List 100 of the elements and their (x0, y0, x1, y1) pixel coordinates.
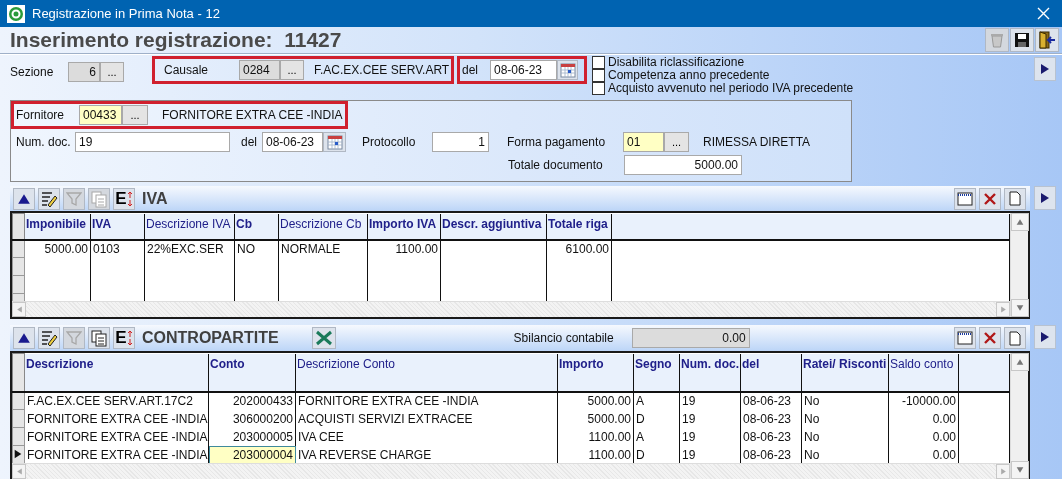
date-field[interactable]: 08-06-23 (490, 60, 557, 80)
toolbar-button[interactable] (13, 187, 35, 210)
column-header[interactable]: Imponibile (24, 213, 91, 240)
header-button[interactable] (1035, 28, 1059, 52)
column-header[interactable]: Importo IVA (367, 213, 441, 240)
checkbox[interactable] (592, 82, 605, 95)
table-cell: No (801, 409, 889, 428)
column-header[interactable]: Descrizione Cb (278, 213, 368, 240)
header-button[interactable] (1010, 28, 1034, 52)
left-arrow-icon (15, 468, 23, 475)
total-field[interactable]: 5000.00 (624, 155, 742, 175)
expand-button[interactable] (1034, 186, 1056, 210)
copy-pages-icon (90, 189, 108, 208)
toolbar-button[interactable] (88, 327, 110, 349)
table-cell: 203000005 (208, 427, 296, 446)
copy-pages-icon (90, 329, 108, 347)
table-cell: D (633, 409, 680, 428)
table-cell: 08-06-23 (740, 409, 802, 428)
window-button[interactable] (954, 327, 976, 349)
checkbox-label: Disabilita riclassificazione (608, 56, 745, 69)
scroll-up-button[interactable] (1011, 353, 1029, 371)
table-cell: 5000.00 (557, 409, 634, 428)
new-document-button[interactable] (1004, 187, 1026, 210)
table-cell: -10000.00 (888, 391, 959, 410)
table-cell: No (801, 391, 889, 410)
column-header[interactable]: Descrizione (24, 353, 209, 392)
column-header[interactable]: Descr. aggiuntiva (440, 213, 547, 240)
field-label: Totale documento (508, 157, 604, 174)
close-icon (983, 191, 997, 206)
excel-button[interactable] (311, 327, 336, 349)
column-header[interactable]: Conto (208, 353, 296, 392)
delete-button[interactable] (979, 187, 1001, 210)
scroll-down-button[interactable] (1011, 299, 1029, 317)
fornitore-code-field[interactable]: 00433 (79, 105, 122, 125)
document-number-field[interactable]: 19 (75, 132, 230, 152)
table-cell: FORNITORE EXTRA CEE -INDIA (295, 391, 558, 410)
column-header[interactable]: IVA (90, 213, 145, 240)
export-button[interactable]: E (113, 187, 135, 210)
scroll-up-button[interactable] (1011, 213, 1029, 231)
table-cell: 0.00 (888, 409, 959, 428)
calendar-button[interactable] (323, 132, 346, 152)
row-pointer-icon (13, 448, 23, 459)
column-header[interactable]: Descrizione IVA (144, 213, 235, 240)
window-title: Registrazione in Prima Nota - 12 (32, 6, 220, 21)
window-button[interactable] (954, 187, 976, 210)
calendar-button[interactable] (557, 60, 578, 80)
section-title: CONTROPARTITE (142, 329, 279, 347)
document-icon (1009, 191, 1021, 206)
toolbar-button[interactable] (38, 187, 60, 210)
right-triangle-icon (1039, 63, 1051, 75)
checkbox[interactable] (592, 56, 605, 69)
window-icon (957, 331, 973, 345)
expand-button[interactable] (1034, 325, 1056, 349)
protocol-field[interactable]: 1 (432, 132, 489, 152)
up-arrow-icon (1016, 358, 1024, 366)
column-header[interactable]: Importo (557, 353, 634, 392)
column-header[interactable]: Cb (234, 213, 279, 240)
column-header[interactable]: Descrizione Conto (295, 353, 558, 392)
toolbar-button[interactable] (13, 327, 35, 349)
right-triangle-icon (1039, 331, 1051, 343)
expand-button[interactable] (1034, 57, 1056, 81)
field-label: Sezione (10, 64, 55, 81)
table-cell: 5000.00 (557, 391, 634, 410)
column-header[interactable]: Num. doc. (679, 353, 741, 392)
table-cell: 1100.00 (367, 239, 441, 258)
export-label: E (115, 328, 127, 348)
export-button[interactable]: E (113, 327, 135, 349)
calendar-icon (326, 134, 343, 150)
checkbox[interactable] (592, 69, 605, 82)
left-arrow-icon (15, 306, 23, 313)
vertical-scrollbar[interactable] (1010, 213, 1028, 317)
calendar-icon (559, 62, 576, 78)
app-logo-icon (7, 4, 25, 23)
close-icon[interactable] (1037, 7, 1050, 20)
table-cell: 19 (679, 391, 741, 410)
checkbox-label: Competenza anno precedente (608, 69, 770, 82)
new-document-button[interactable] (1004, 327, 1026, 349)
column-header[interactable]: Saldo conto (888, 353, 959, 392)
column-header[interactable]: Segno (633, 353, 680, 392)
column-header[interactable]: del (740, 353, 802, 392)
table-cell: 19 (679, 427, 741, 446)
field-label: Forma pagamento (507, 134, 607, 151)
table-cell: 0103 (90, 239, 145, 258)
field-label: Causale (164, 62, 210, 79)
payment-code-field[interactable]: 01 (623, 132, 664, 152)
table-cell: 08-06-23 (740, 427, 802, 446)
export-label: E (115, 188, 127, 209)
table-cell: A (633, 427, 680, 446)
column-header[interactable]: Ratei/ Risconti (801, 353, 889, 392)
toolbar-button[interactable] (38, 327, 60, 349)
checkbox-label: Acquisto avvenuto nel periodo IVA precedente (608, 82, 854, 95)
column-header[interactable]: Totale riga (546, 213, 612, 240)
lookup-button[interactable]: ... (122, 105, 148, 125)
right-arrow-icon (999, 306, 1007, 313)
date-field[interactable]: 08-06-23 (262, 132, 323, 152)
delete-button[interactable] (979, 327, 1001, 349)
lookup-button[interactable]: ... (664, 132, 689, 152)
scroll-down-button[interactable] (1011, 461, 1029, 479)
up-triangle-icon (17, 331, 31, 345)
vertical-scrollbar[interactable] (1010, 353, 1028, 479)
